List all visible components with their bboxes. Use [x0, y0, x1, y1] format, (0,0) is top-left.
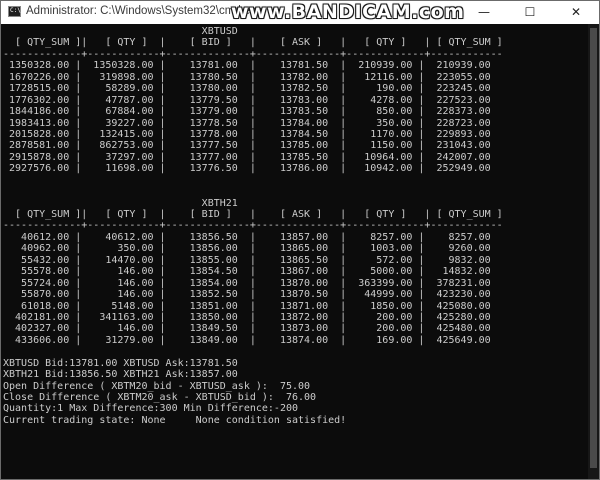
console-line: 2878581.00 | 862753.00 | 13777.50 | 1378…: [3, 140, 491, 152]
console-text: XBTUSD [ QTY_SUM ]| [ QTY ] | [ BID ] | …: [2, 24, 588, 426]
console-line: 55578.00 | 146.00 | 13854.50 | 13867.00 …: [3, 266, 491, 278]
console-line: 2915878.00 | 37297.00 | 13777.00 | 13785…: [3, 151, 491, 163]
console-line: 2015828.00 | 132415.00 | 13778.00 | 1378…: [3, 128, 491, 140]
console-line: Quantity:1 Max Difference:300 Min Differ…: [3, 403, 299, 415]
console-line: 1350328.00 | 1350328.00 | 13781.00 | 137…: [3, 60, 491, 72]
console-line: XBTH21 Bid:13856.50 XBTH21 Ask:13857.00: [3, 369, 238, 381]
console-line: 402327.00 | 146.00 | 13849.50 | 13873.00…: [3, 323, 491, 335]
bandicam-watermark: www.BANDICAM.com: [231, 1, 465, 23]
console-line: 55724.00 | 146.00 | 13854.00 | 13870.00 …: [3, 277, 491, 289]
console-output[interactable]: XBTUSD [ QTY_SUM ]| [ QTY ] | [ BID ] | …: [2, 24, 588, 479]
console-line: -------------+------------+-------------…: [3, 48, 503, 60]
console-line: 40612.00 | 40612.00 | 13856.50 | 13857.0…: [3, 231, 491, 243]
console-line: 1776302.00 | 47787.00 | 13779.50 | 13783…: [3, 94, 491, 106]
close-button[interactable]: ✕: [553, 1, 599, 24]
console-line: XBTUSD: [3, 26, 238, 37]
console-line: 61018.00 | 5148.00 | 13851.00 | 13871.00…: [3, 300, 491, 312]
console-line: -------------+------------+-------------…: [3, 220, 503, 232]
console-line: 40962.00 | 350.00 | 13856.00 | 13865.00 …: [3, 243, 491, 255]
maximize-button[interactable]: ☐: [507, 1, 553, 24]
console-window: C:\ Administrator: C:\Windows\System32\c…: [0, 0, 600, 480]
console-line: 1670226.00 | 319898.00 | 13780.50 | 1378…: [3, 71, 491, 83]
console-line: Current trading state: None None conditi…: [3, 414, 347, 426]
minimize-button[interactable]: —: [461, 1, 507, 24]
console-line: 1844186.00 | 67884.00 | 13779.00 | 13783…: [3, 106, 491, 118]
cmd-icon[interactable]: C:\: [8, 6, 21, 17]
console-line: [ QTY_SUM ]| [ QTY ] | [ BID ] | [ ASK ]…: [3, 37, 503, 49]
console-line: XBTH21: [3, 197, 238, 209]
console-line: 55870.00 | 146.00 | 13852.50 | 13870.50 …: [3, 289, 491, 301]
vertical-scrollbar[interactable]: [588, 24, 599, 479]
cmd-icon-glyph: C:\: [10, 7, 21, 14]
title-bar[interactable]: C:\ Administrator: C:\Windows\System32\c…: [1, 1, 599, 24]
console-line: 2927576.00 | 11698.00 | 13776.50 | 13786…: [3, 163, 491, 175]
console-line: Open Difference ( XBTM20_bid - XBTUSD_as…: [3, 380, 311, 392]
console-line: 402181.00 | 341163.00 | 13850.00 | 13872…: [3, 311, 491, 323]
console-line: XBTUSD Bid:13781.00 XBTUSD Ask:13781.50: [3, 357, 238, 369]
console-line: [ QTY_SUM ]| [ QTY ] | [ BID ] | [ ASK ]…: [3, 209, 503, 220]
console-line: 1728515.00 | 58289.00 | 13780.00 | 13782…: [3, 83, 491, 95]
scrollbar-thumb[interactable]: [590, 28, 597, 468]
console-line: 1983413.00 | 39227.00 | 13778.50 | 13784…: [3, 117, 491, 129]
console-line: 433606.00 | 31279.00 | 13849.00 | 13874.…: [3, 334, 491, 346]
console-line: Close Difference ( XBTM20_ask - XBTUSD_b…: [3, 392, 317, 403]
window-title: Administrator: C:\Windows\System32\cmd.e…: [26, 5, 263, 17]
console-line: 55432.00 | 14470.00 | 13855.00 | 13865.5…: [3, 254, 491, 266]
